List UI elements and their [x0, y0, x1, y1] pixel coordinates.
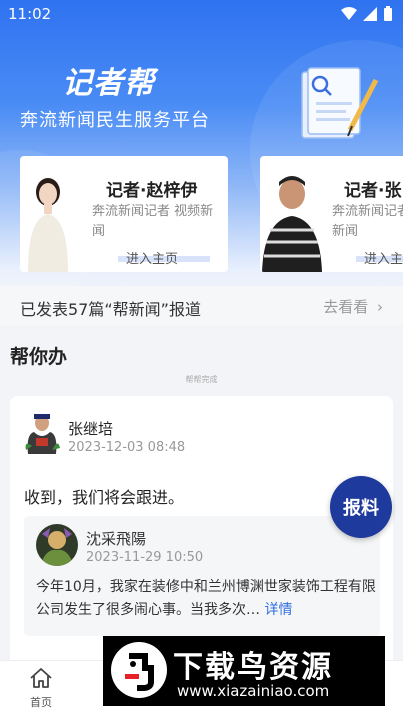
enter-homepage-link[interactable]: 进入主页	[126, 248, 178, 267]
reporter-avatar	[262, 176, 322, 272]
quote-body: 今年10月，我家在装修中和兰州博渊世家装饰工程有限公司发生了很多闹心事。当我多次…	[36, 579, 376, 618]
watermark-text: 下载鸟资源	[173, 650, 333, 685]
go-see-label: 去看看	[323, 298, 369, 316]
author-name: 张继培	[68, 420, 114, 438]
reporter-desc: 奔流新闻记者 视频新闻	[92, 204, 214, 239]
document-illustration-icon	[301, 67, 379, 139]
reporter-desc: 奔流新闻记者 新闻	[332, 204, 403, 239]
signal-icon	[363, 6, 377, 21]
quoted-post[interactable]: 沈采飛陽 2023-11-29 10:50 今年10月，我家在装修中和兰州博渊世…	[24, 516, 380, 636]
reply-text: 收到，我们将会跟进。	[24, 488, 185, 507]
published-bar[interactable]: 已发表57篇“帮新闻”报道 去看看 ›	[0, 286, 403, 326]
nav-home-label: 首页	[30, 696, 52, 709]
enter-homepage-link[interactable]: 进入主	[364, 248, 403, 267]
home-icon	[30, 668, 52, 688]
wifi-icon	[341, 6, 357, 20]
reporter-card[interactable]: 记者·赵梓伊 奔流新闻记者 视频新闻 进入主页	[20, 156, 228, 272]
app-title: 记者帮	[62, 66, 155, 101]
published-count-text: 已发表57篇“帮新闻”报道	[20, 300, 201, 319]
author-avatar	[24, 410, 60, 454]
section-title: 帮你办	[10, 346, 68, 368]
watermark: 下载鸟资源 www.xiazainiao.com	[103, 636, 385, 706]
section-subtitle: 帮帮完成	[185, 375, 218, 384]
reporter-card[interactable]: 记者·张 奔流新闻记者 新闻 进入主	[260, 156, 403, 272]
status-bar: 11:02	[0, 0, 403, 28]
quote-time: 2023-11-29 10:50	[86, 550, 204, 565]
watermark-url: www.xiazainiao.com	[177, 682, 330, 700]
watermark-logo-icon	[111, 642, 167, 698]
reporter-avatar	[28, 178, 68, 272]
quote-author-avatar	[36, 524, 78, 566]
quote-text: 今年10月，我家在装修中和兰州博渊世家装饰工程有限公司发生了很多闹心事。当我多次…	[36, 576, 376, 622]
quote-author-name: 沈采飛陽	[86, 530, 147, 548]
go-see-link[interactable]: 去看看 ›	[323, 296, 383, 317]
detail-link[interactable]: 详情	[264, 602, 292, 618]
app-subtitle: 奔流新闻民生服务平台	[20, 110, 210, 131]
status-time: 11:02	[8, 5, 52, 23]
chevron-right-icon: ›	[377, 298, 383, 316]
reporter-name: 记者·赵梓伊	[106, 181, 198, 201]
nav-home[interactable]: 首页	[24, 667, 58, 710]
post-time: 2023-12-03 08:48	[68, 440, 186, 455]
reporter-name: 记者·张	[344, 181, 402, 201]
battery-icon	[384, 6, 392, 21]
report-button[interactable]: 报料	[330, 476, 392, 538]
